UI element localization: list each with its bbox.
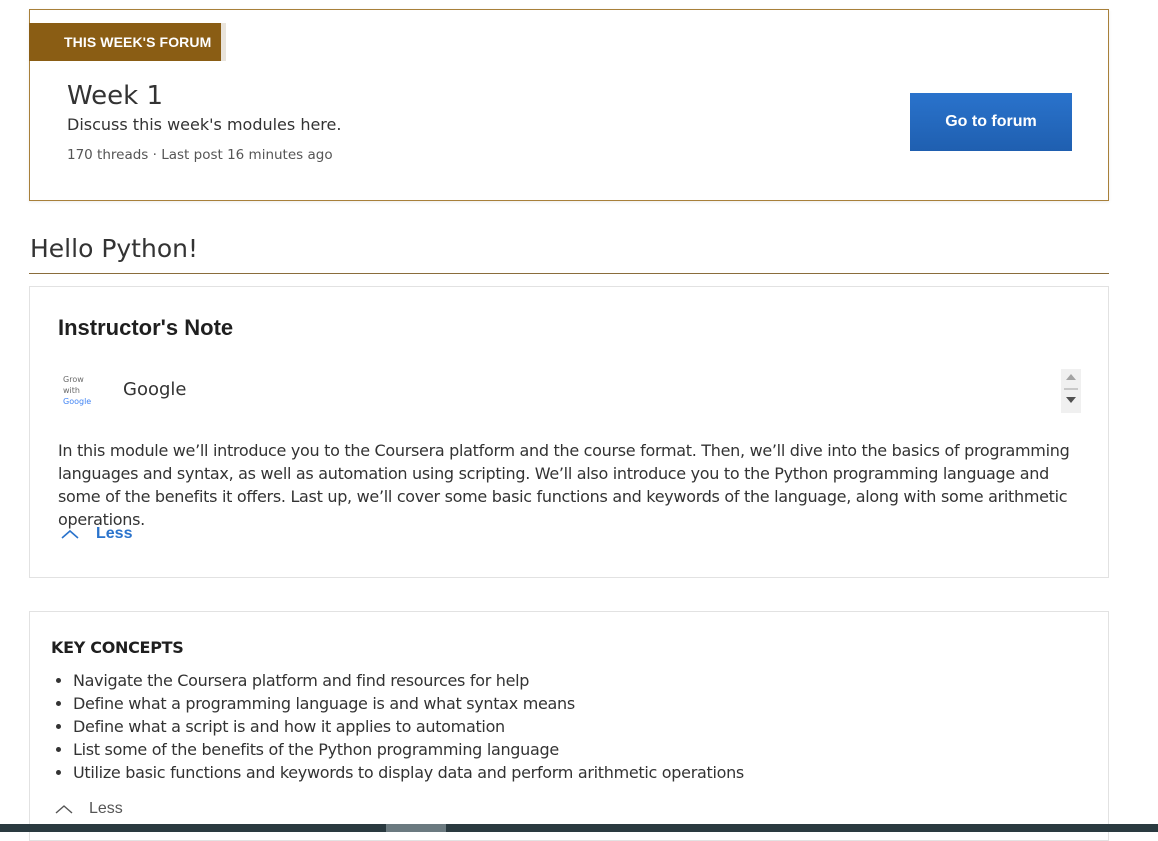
forum-meta: 170 threads · Last post 16 minutes ago [67, 147, 333, 163]
forum-ribbon: THIS WEEK'S FORUM [29, 23, 221, 61]
forum-title: Week 1 [67, 81, 164, 111]
forum-ribbon-tail [221, 23, 226, 61]
key-concepts-title: KEY CONCEPTS [51, 638, 184, 657]
list-item: Utilize basic functions and keywords to … [73, 761, 744, 784]
chevron-up-icon [61, 529, 79, 539]
instructor-name: Google [123, 379, 187, 400]
list-item: Define what a script is and how it appli… [73, 715, 744, 738]
logo-line-2: with [63, 386, 80, 395]
section-divider [29, 273, 1109, 274]
list-item: Navigate the Coursera platform and find … [73, 669, 744, 692]
instructor-scroll-control[interactable] [1061, 369, 1081, 413]
forum-description: Discuss this week's modules here. [67, 115, 342, 134]
key-concepts-list: Navigate the Coursera platform and find … [51, 669, 744, 784]
go-to-forum-button[interactable]: Go to forum [910, 93, 1072, 151]
logo-line-1: Grow [63, 375, 84, 384]
instructor-note-title: Instructor's Note [58, 315, 234, 340]
chevron-up-icon [55, 805, 73, 814]
scroll-down-arrow-icon[interactable] [1066, 397, 1076, 403]
key-concepts-card: KEY CONCEPTS Navigate the Coursera platf… [29, 611, 1109, 841]
list-item: Define what a programming language is an… [73, 692, 744, 715]
bottom-bar [0, 824, 1158, 832]
bottom-bar-tab[interactable] [386, 824, 446, 832]
logo-line-3: Google [63, 397, 92, 406]
less-label[interactable]: Less [96, 525, 132, 543]
instructor-note-card: Instructor's Note Grow with Google Googl… [29, 286, 1109, 578]
list-item: List some of the benefits of the Python … [73, 738, 744, 761]
less-label[interactable]: Less [89, 800, 123, 818]
key-concepts-less-toggle[interactable]: Less [54, 800, 123, 818]
section-title: Hello Python! [30, 234, 198, 263]
forum-card: THIS WEEK'S FORUM Week 1 Discuss this we… [29, 9, 1109, 201]
scroll-up-arrow-icon[interactable] [1066, 374, 1076, 380]
grow-with-google-logo: Grow with Google [63, 374, 103, 410]
instructor-note-less-toggle[interactable]: Less [60, 525, 132, 543]
instructor-note-body: In this module we’ll introduce you to th… [58, 441, 1070, 529]
scroll-thumb[interactable] [1064, 388, 1078, 390]
